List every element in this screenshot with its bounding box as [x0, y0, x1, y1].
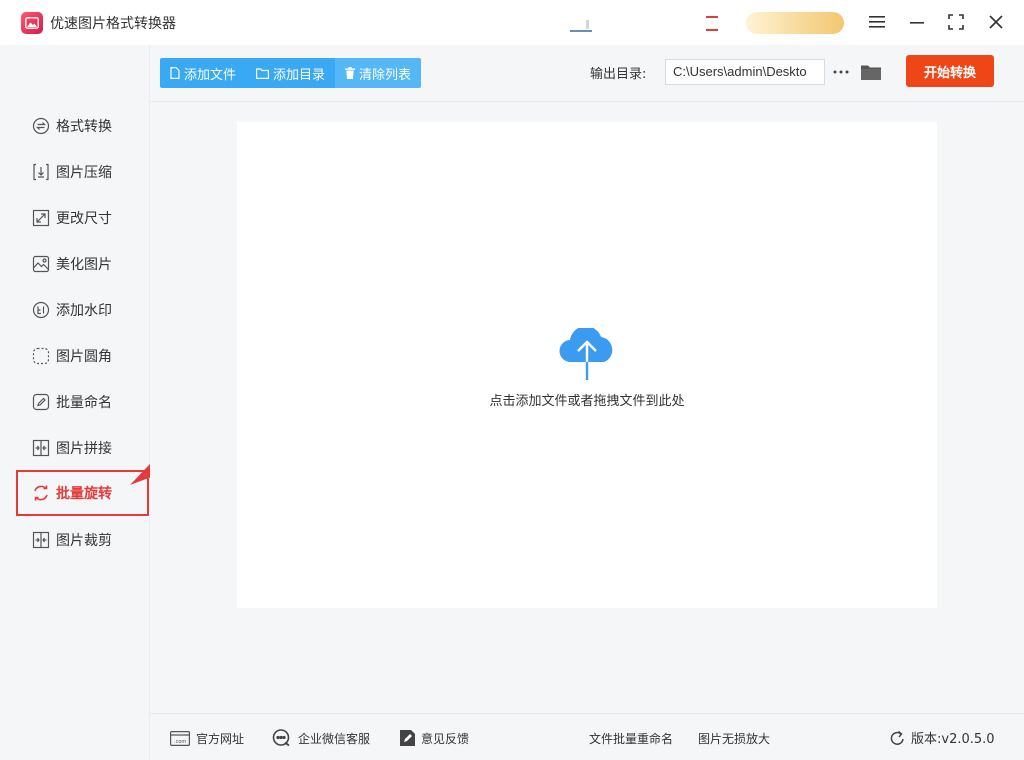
app-logo-icon	[21, 12, 43, 34]
sidebar-item-label: 更改尺寸	[56, 211, 112, 227]
folder-outline-icon	[256, 67, 270, 79]
file-drop-zone[interactable]: 点击添加文件或者拖拽文件到此处	[237, 122, 937, 608]
rename-icon	[32, 393, 50, 411]
title-bar: 优速图片格式转换器	[0, 0, 1024, 45]
refresh-icon	[890, 730, 905, 746]
website-icon: .com	[170, 730, 190, 746]
app-title: 优速图片格式转换器	[50, 16, 176, 32]
footer: .com 官方网址 企业微信客服 意见反馈 文件批量重命名 图片无损放大 版本:…	[150, 713, 1024, 760]
sidebar-item-label: 图片裁剪	[56, 533, 112, 549]
minimize-icon[interactable]	[906, 11, 928, 33]
compress-icon	[32, 163, 50, 181]
open-folder-button[interactable]	[860, 60, 882, 84]
resize-icon	[32, 209, 50, 227]
crop-icon	[32, 531, 50, 549]
sidebar-item-rename[interactable]: 批量命名	[18, 380, 146, 424]
watermark-icon	[32, 301, 50, 319]
trash-icon	[345, 67, 356, 79]
add-file-button[interactable]: 添加文件	[160, 58, 247, 88]
lossless-zoom-link[interactable]: 图片无损放大	[698, 728, 770, 748]
start-convert-button[interactable]: 开始转换	[906, 55, 994, 87]
sidebar: 格式转换 图片压缩 更改尺寸 美化图片 添加水印 图片圆角 批量命名 图片拼接 …	[0, 45, 150, 760]
feedback-icon	[400, 730, 415, 746]
feedback-link[interactable]: 意见反馈	[400, 728, 469, 748]
beautify-icon	[32, 255, 50, 273]
version-info[interactable]: 版本:v2.0.5.0	[890, 728, 995, 747]
sidebar-item-beautify[interactable]: 美化图片	[18, 242, 146, 286]
decor-icon	[570, 20, 592, 32]
batch-rename-link[interactable]: 文件批量重命名	[589, 728, 673, 748]
sidebar-item-crop[interactable]: 图片裁剪	[18, 518, 146, 562]
sidebar-item-label: 批量旋转	[56, 486, 112, 502]
sidebar-item-label: 美化图片	[56, 257, 112, 273]
vip-badge[interactable]	[746, 12, 844, 34]
toolbar: 添加文件 添加目录 清除列表 输出目录: C:\Users\admin\Desk…	[150, 45, 1024, 102]
chat-icon	[272, 729, 292, 747]
more-dots-icon	[833, 70, 849, 74]
gift-icon[interactable]	[704, 14, 720, 32]
main-area: 点击添加文件或者拖拽文件到此处	[150, 102, 1024, 713]
convert-icon	[32, 117, 50, 135]
wechat-service-link[interactable]: 企业微信客服	[272, 728, 370, 748]
sidebar-item-watermark[interactable]: 添加水印	[18, 288, 146, 332]
round-corner-icon	[32, 347, 50, 365]
svg-text:.com: .com	[174, 739, 186, 745]
more-options-button[interactable]	[831, 60, 851, 84]
website-link[interactable]: .com 官方网址	[170, 728, 244, 748]
sidebar-item-resize[interactable]: 更改尺寸	[18, 196, 146, 240]
sidebar-item-round-corner[interactable]: 图片圆角	[18, 334, 146, 378]
sidebar-item-label: 图片压缩	[56, 165, 112, 181]
file-button-group: 添加文件 添加目录 清除列表	[160, 58, 422, 88]
maximize-icon[interactable]	[945, 11, 967, 33]
sidebar-item-label: 格式转换	[56, 119, 112, 135]
sidebar-item-compress[interactable]: 图片压缩	[18, 150, 146, 194]
splice-icon	[32, 439, 50, 457]
cloud-upload-icon	[559, 328, 613, 380]
drop-hint-text: 点击添加文件或者拖拽文件到此处	[489, 394, 685, 409]
sidebar-item-label: 图片圆角	[56, 349, 112, 365]
sidebar-item-format-convert[interactable]: 格式转换	[18, 104, 146, 148]
clear-list-button[interactable]: 清除列表	[335, 58, 422, 88]
sidebar-item-splice[interactable]: 图片拼接	[18, 426, 146, 470]
sidebar-item-label: 图片拼接	[56, 441, 112, 457]
output-dir-label: 输出目录:	[590, 67, 647, 82]
close-icon[interactable]	[985, 11, 1007, 33]
output-path-field[interactable]: C:\Users\admin\Deskto	[665, 59, 825, 85]
folder-icon	[861, 65, 881, 80]
sidebar-item-label: 添加水印	[56, 303, 112, 319]
menu-icon[interactable]	[866, 11, 888, 33]
sidebar-item-batch-rotate[interactable]: 批量旋转	[16, 470, 149, 516]
sidebar-item-label: 批量命名	[56, 395, 112, 411]
file-icon	[170, 67, 180, 79]
rotate-icon	[32, 484, 50, 502]
add-folder-button[interactable]: 添加目录	[246, 58, 336, 88]
